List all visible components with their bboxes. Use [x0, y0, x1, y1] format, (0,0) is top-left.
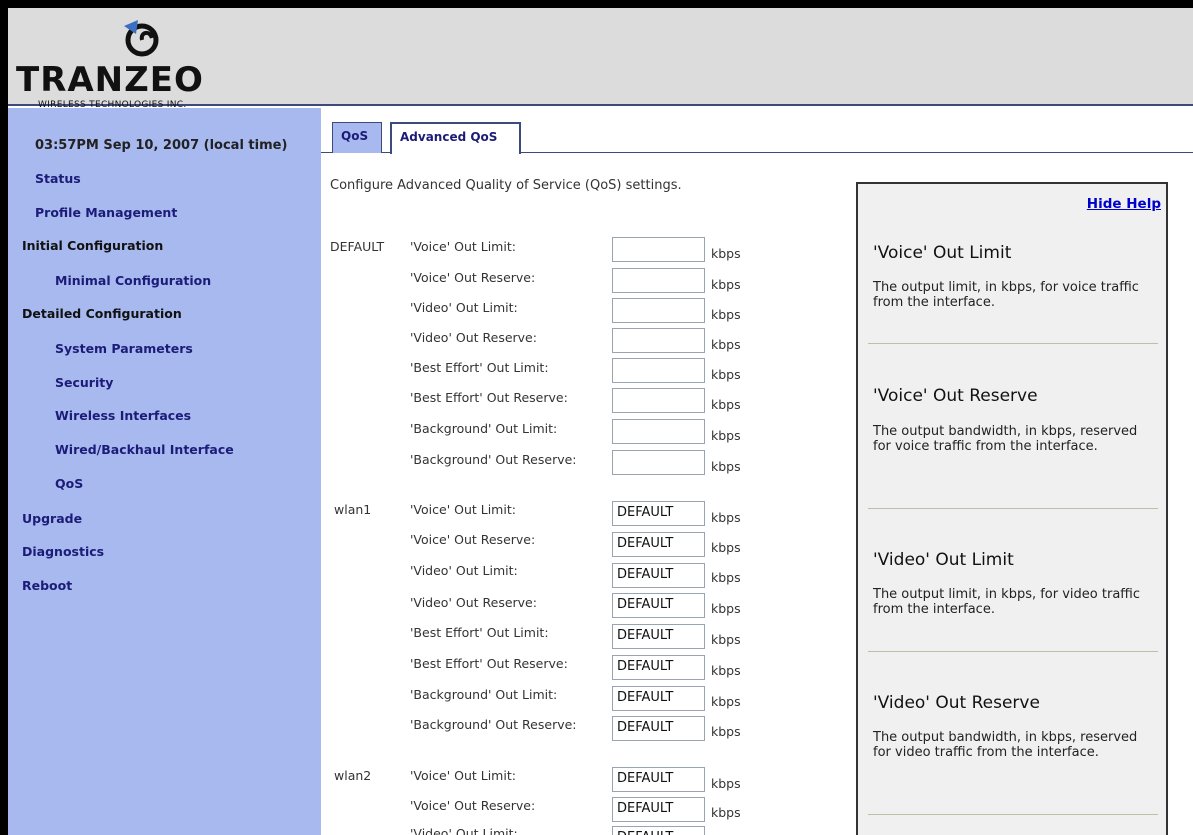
unit-label: kbps [711, 663, 741, 678]
unit-label: kbps [711, 397, 741, 412]
unit-label: kbps [711, 459, 741, 474]
field-label: 'Best Effort' Out Reserve: [410, 656, 568, 671]
unit-label: kbps [711, 694, 741, 709]
field-label: 'Video' Out Limit: [410, 826, 518, 835]
help-title: 'Video' Out Reserve [873, 693, 1040, 713]
browser-frame: TRANZEO WIRELESS TECHNOLOGIES INC. 03:57… [8, 8, 1193, 835]
field-label: 'Voice' Out Reserve: [410, 270, 536, 285]
wlan1-best-effort-out-reserve-input[interactable]: DEFAULT [612, 655, 705, 680]
default-video-out-reserve-input[interactable] [612, 328, 705, 353]
field-label: 'Best Effort' Out Limit: [410, 360, 549, 375]
unit-label: kbps [711, 277, 741, 292]
wlan2-video-out-limit-input[interactable]: DEFAULT [612, 826, 705, 835]
field-label: 'Video' Out Reserve: [410, 595, 537, 610]
wlan1-background-out-limit-input[interactable]: DEFAULT [612, 686, 705, 711]
help-title: 'Video' Out Limit [873, 550, 1014, 570]
wlan1-video-out-reserve-input[interactable]: DEFAULT [612, 593, 705, 618]
tranzeo-logo: TRANZEO WIRELESS TECHNOLOGIES INC. [16, 18, 266, 110]
wlan1-voice-out-reserve-input[interactable]: DEFAULT [612, 532, 705, 557]
tab-advanced-qos[interactable]: Advanced QoS [390, 122, 521, 154]
help-panel: Hide Help 'Voice' Out Limit The output l… [856, 182, 1168, 835]
unit-label: kbps [711, 776, 741, 791]
sidebar-section-detailed-configuration: Detailed Configuration [22, 306, 182, 321]
field-label: 'Background' Out Reserve: [410, 717, 577, 732]
help-body: The output limit, in kbps, for video tra… [873, 587, 1141, 617]
unit-label: kbps [711, 510, 741, 525]
unit-label: kbps [711, 337, 741, 352]
unit-label: kbps [711, 367, 741, 382]
sidebar-item-profile-management[interactable]: Profile Management [35, 205, 177, 220]
sidebar-section-initial-configuration: Initial Configuration [22, 238, 164, 253]
default-voice-out-limit-input[interactable] [612, 237, 705, 262]
sidebar-item-diagnostics[interactable]: Diagnostics [22, 544, 104, 559]
sidebar-item-wired-backhaul-interface[interactable]: Wired/Backhaul Interface [55, 442, 234, 457]
sidebar-item-upgrade[interactable]: Upgrade [22, 511, 82, 526]
help-title: 'Voice' Out Limit [873, 243, 1012, 263]
sidebar-item-system-parameters[interactable]: System Parameters [55, 341, 193, 356]
field-label: 'Video' Out Limit: [410, 300, 518, 315]
field-label: 'Voice' Out Limit: [410, 768, 516, 783]
unit-label: kbps [711, 540, 741, 555]
wlan1-best-effort-out-limit-input[interactable]: DEFAULT [612, 624, 705, 649]
clock: 03:57PM Sep 10, 2007 (local time) [35, 138, 288, 153]
unit-label: kbps [711, 805, 741, 820]
wlan1-background-out-reserve-input[interactable]: DEFAULT [612, 716, 705, 741]
sidebar-item-reboot[interactable]: Reboot [22, 578, 72, 593]
default-voice-out-reserve-input[interactable] [612, 268, 705, 293]
hide-help-link[interactable]: Hide Help [1087, 196, 1161, 212]
wlan2-voice-out-reserve-input[interactable]: DEFAULT [612, 797, 705, 822]
help-divider [868, 814, 1158, 815]
tab-qos[interactable]: QoS [332, 122, 382, 153]
group-label-default: DEFAULT [330, 239, 385, 254]
field-label: 'Voice' Out Limit: [410, 239, 516, 254]
sidebar-item-minimal-configuration[interactable]: Minimal Configuration [55, 273, 211, 288]
field-label: 'Video' Out Limit: [410, 563, 518, 578]
help-divider [868, 651, 1158, 652]
tranzeo-swirl-logo-icon [124, 20, 159, 57]
field-label: 'Voice' Out Limit: [410, 502, 516, 517]
sidebar-item-qos[interactable]: QoS [55, 476, 83, 491]
sidebar-item-status[interactable]: Status [35, 171, 81, 186]
unit-label: kbps [711, 428, 741, 443]
default-background-out-reserve-input[interactable] [612, 450, 705, 475]
help-divider [868, 343, 1158, 344]
header: TRANZEO WIRELESS TECHNOLOGIES INC. [8, 8, 1193, 110]
default-video-out-limit-input[interactable] [612, 298, 705, 323]
unit-label: kbps [711, 307, 741, 322]
field-label: 'Video' Out Reserve: [410, 330, 537, 345]
field-label: 'Best Effort' Out Limit: [410, 625, 549, 640]
wlan1-video-out-limit-input[interactable]: DEFAULT [612, 563, 705, 588]
field-label: 'Best Effort' Out Reserve: [410, 390, 568, 405]
unit-label: kbps [711, 246, 741, 261]
group-label-wlan1: wlan1 [334, 502, 372, 517]
wlan1-voice-out-limit-input[interactable]: DEFAULT [612, 501, 705, 526]
tab-bar: QoS Advanced QoS [321, 108, 1193, 164]
help-body: The output bandwidth, in kbps, reserved … [873, 424, 1138, 454]
field-label: 'Background' Out Limit: [410, 421, 558, 436]
default-best-effort-out-reserve-input[interactable] [612, 388, 705, 413]
sidebar-item-wireless-interfaces[interactable]: Wireless Interfaces [55, 408, 191, 423]
wlan2-voice-out-limit-input[interactable]: DEFAULT [612, 767, 705, 792]
sidebar-item-security[interactable]: Security [55, 375, 113, 390]
help-body: The output bandwidth, in kbps, reserved … [873, 730, 1138, 760]
page-description: Configure Advanced Quality of Service (Q… [330, 178, 682, 193]
unit-label: kbps [711, 601, 741, 616]
field-label: 'Voice' Out Reserve: [410, 532, 536, 547]
help-body: The output limit, in kbps, for voice tra… [873, 280, 1139, 310]
default-best-effort-out-limit-input[interactable] [612, 358, 705, 383]
field-label: 'Background' Out Limit: [410, 687, 558, 702]
help-title: 'Voice' Out Reserve [873, 386, 1038, 406]
group-label-wlan2: wlan2 [334, 768, 372, 783]
unit-label: kbps [711, 632, 741, 647]
help-divider [868, 508, 1158, 509]
field-label: 'Voice' Out Reserve: [410, 798, 536, 813]
default-background-out-limit-input[interactable] [612, 419, 705, 444]
logo-wordmark: TRANZEO [16, 60, 204, 100]
unit-label: kbps [711, 570, 741, 585]
unit-label: kbps [711, 724, 741, 739]
field-label: 'Background' Out Reserve: [410, 452, 577, 467]
sidebar: 03:57PM Sep 10, 2007 (local time) Status… [8, 108, 321, 835]
